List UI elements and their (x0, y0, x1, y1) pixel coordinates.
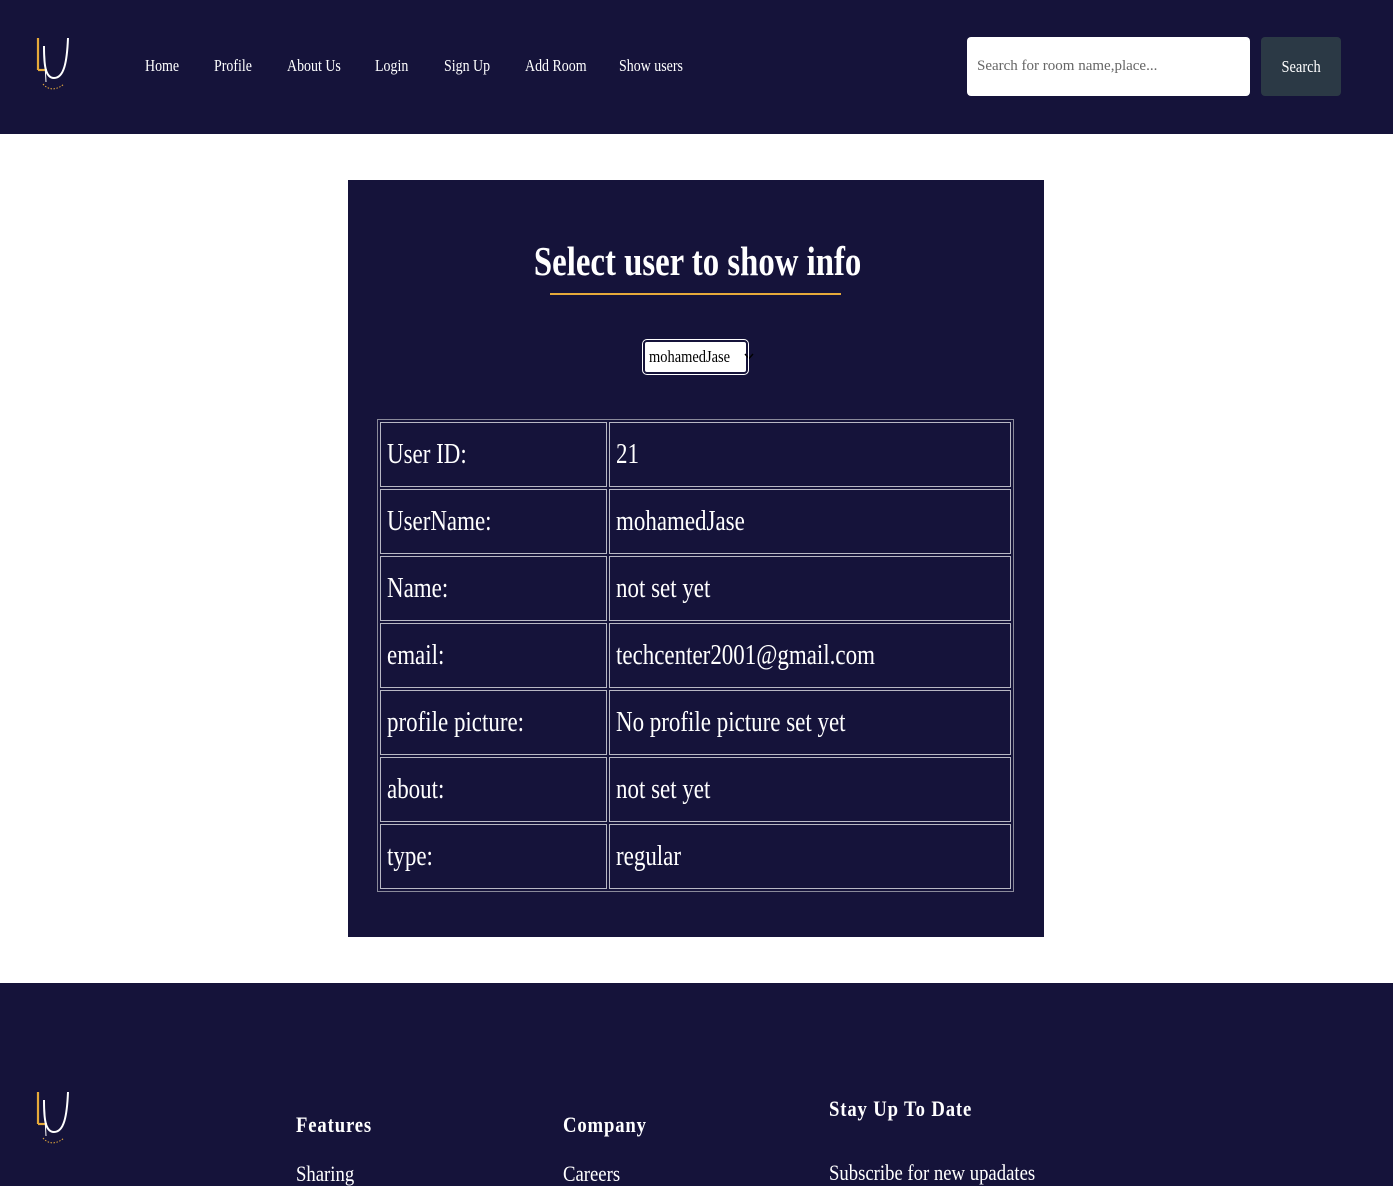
nav-link-login[interactable]: Login (375, 56, 408, 76)
title-underline (550, 293, 841, 295)
row-value: mohamedJase (609, 489, 1011, 554)
search-input[interactable] (967, 37, 1250, 96)
footer-newsletter-heading: Stay Up To Date (829, 1096, 973, 1121)
footer-logo-icon[interactable] (33, 1088, 73, 1150)
navbar: Home Profile About Us Login Sign Up Add … (0, 0, 1393, 134)
row-value: No profile picture set yet (609, 690, 1011, 755)
footer (0, 983, 1393, 1190)
user-select[interactable]: mohamedJase (642, 339, 754, 375)
table-row: type: regular (380, 824, 1011, 889)
table-row: UserName: mohamedJase (380, 489, 1011, 554)
row-label: email: (380, 623, 607, 688)
table-row: email: techcenter2001@gmail.com (380, 623, 1011, 688)
nav-link-show-users[interactable]: Show users (619, 56, 683, 76)
nav-link-sign-up[interactable]: Sign Up (444, 56, 490, 76)
row-label: type: (380, 824, 607, 889)
table-row: User ID: 21 (380, 422, 1011, 487)
user-select-value: mohamedJase (649, 347, 731, 366)
table-row: profile picture: No profile picture set … (380, 690, 1011, 755)
nav-link-about-us[interactable]: About Us (287, 56, 341, 76)
chevron-down-icon (744, 351, 754, 363)
row-value: regular (609, 824, 1011, 889)
page-bottom-edge (0, 1186, 1396, 1190)
nav-link-profile[interactable]: Profile (214, 56, 252, 76)
site-logo-icon[interactable] (33, 34, 73, 96)
row-value: techcenter2001@gmail.com (609, 623, 1011, 688)
row-value: not set yet (609, 556, 1011, 621)
row-label: about: (380, 757, 607, 822)
footer-link-sharing[interactable]: Sharing (296, 1161, 364, 1187)
footer-link-careers[interactable]: Careers (563, 1161, 630, 1187)
row-label: User ID: (380, 422, 607, 487)
row-label: profile picture: (380, 690, 607, 755)
row-value: not set yet (609, 757, 1011, 822)
search-button[interactable]: Search (1261, 37, 1341, 96)
footer-features-heading: Features (296, 1112, 373, 1137)
footer-company-heading: Company (563, 1112, 647, 1137)
table-row: Name: not set yet (380, 556, 1011, 621)
page-title: Select user to show info (534, 238, 862, 284)
row-label: UserName: (380, 489, 607, 554)
row-value: 21 (609, 422, 1011, 487)
footer-newsletter-text: Subscribe for new upadates (829, 1160, 1036, 1185)
row-label: Name: (380, 556, 607, 621)
table-row: about: not set yet (380, 757, 1011, 822)
search-button-label: Search (1281, 56, 1321, 76)
nav-link-home[interactable]: Home (145, 56, 179, 76)
nav-link-add-room[interactable]: Add Room (525, 56, 587, 76)
user-info-table: User ID: 21 UserName: mohamedJase Name: … (377, 419, 1014, 892)
